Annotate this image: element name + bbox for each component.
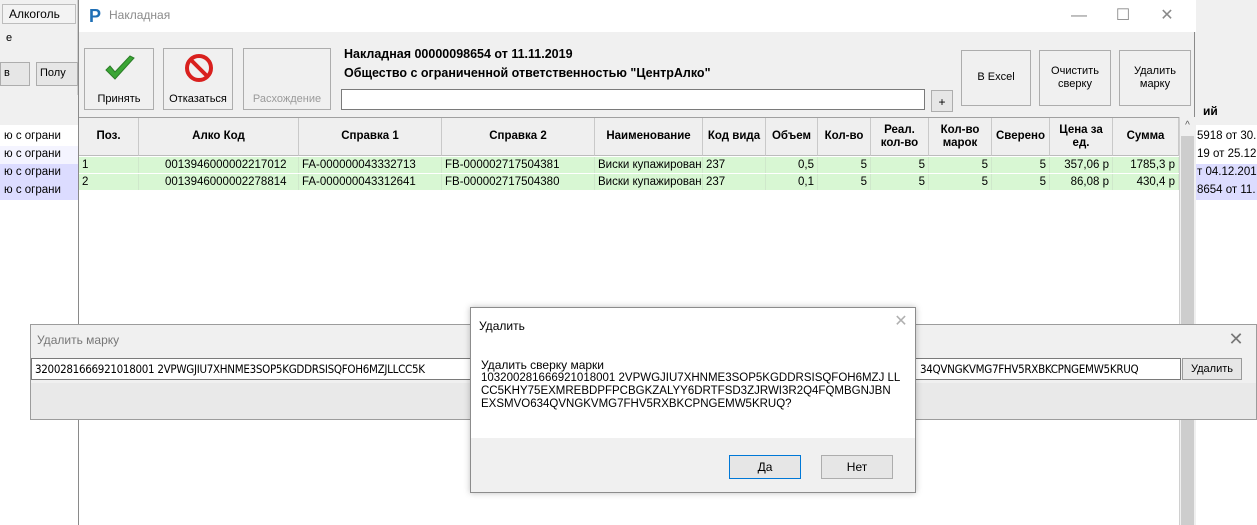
dialog-message-title: Удалить сверку марки bbox=[481, 358, 605, 372]
mark-code-value: 3200281666921018001 2VPWGJIU7XHNME3SOP5K… bbox=[35, 362, 425, 376]
refuse-button[interactable]: Отказаться bbox=[163, 48, 233, 110]
column-header-name[interactable]: Наименование bbox=[595, 118, 703, 156]
delete-mark-title: Удалить марку bbox=[37, 333, 120, 347]
cell-unit-price: 86,08 р bbox=[1050, 174, 1113, 190]
column-header-reconciled[interactable]: Сверено bbox=[992, 118, 1050, 156]
column-header-type-code[interactable]: Код вида bbox=[703, 118, 766, 156]
cell-quantity: 5 bbox=[818, 174, 871, 190]
no-button[interactable]: Нет bbox=[821, 455, 893, 479]
mark-code-value-tail: 34QVNGKVMG7FHV5RXBKCPNGEMW5KRUQ bbox=[920, 362, 1139, 376]
delete-mark-close-button[interactable]: ✕ bbox=[1221, 327, 1251, 351]
dialog-close-button[interactable]: ✕ bbox=[891, 312, 911, 332]
excel-button[interactable]: В Excel bbox=[961, 50, 1031, 106]
cell-reconciled: 5 bbox=[992, 174, 1050, 190]
delete-mark-confirm-button[interactable]: Удалить bbox=[1182, 358, 1242, 380]
cell-name: Виски купажирован bbox=[595, 174, 703, 190]
cell-real-quantity: 5 bbox=[871, 174, 929, 190]
cell-type-code: 237 bbox=[703, 157, 766, 173]
cell-certificate-1: FA-000000043332713 bbox=[299, 157, 442, 173]
column-header-real-quantity[interactable]: Реал. кол-во bbox=[871, 118, 929, 156]
yes-button[interactable]: Да bbox=[729, 455, 801, 479]
refuse-label: Отказаться bbox=[169, 93, 227, 105]
cell-quantity: 5 bbox=[818, 157, 871, 173]
table-row[interactable]: 2 0013946000002278814 FA-000000043312641… bbox=[79, 174, 1179, 190]
title-bar: P Накладная — ☐ ✕ bbox=[79, 0, 1196, 32]
background-row[interactable]: ю с ограни bbox=[0, 182, 78, 200]
background-right-row[interactable]: 19 от 25.12 bbox=[1195, 146, 1257, 164]
cell-volume: 0,1 bbox=[766, 174, 818, 190]
cell-type-code: 237 bbox=[703, 174, 766, 190]
cell-volume: 0,5 bbox=[766, 157, 818, 173]
scroll-up-icon[interactable]: ^ bbox=[1179, 117, 1196, 135]
cell-alco-code: 0013946000002278814 bbox=[139, 174, 299, 190]
column-header-volume[interactable]: Объем bbox=[766, 118, 818, 156]
column-header-quantity[interactable]: Кол-во bbox=[818, 118, 871, 156]
dialog-title: Удалить bbox=[479, 319, 525, 333]
background-right-row[interactable]: т 04.12.201 bbox=[1195, 164, 1257, 182]
accept-button[interactable]: Принять bbox=[84, 48, 154, 110]
table-row[interactable]: 1 0013946000002217012 FA-000000043332713… bbox=[79, 157, 1179, 173]
confirm-delete-dialog: Удалить ✕ Удалить сверку марки 103200281… bbox=[470, 307, 916, 493]
cell-unit-price: 357,06 р bbox=[1050, 157, 1113, 173]
background-row[interactable]: ю с ограни bbox=[0, 164, 78, 182]
background-right-header: ий bbox=[1203, 104, 1218, 118]
column-header-marks-count[interactable]: Кол-во марок bbox=[929, 118, 992, 156]
discrepancy-label: Расхождение bbox=[252, 93, 322, 105]
cell-marks-count: 5 bbox=[929, 174, 992, 190]
column-header-certificate-2[interactable]: Справка 2 bbox=[442, 118, 595, 156]
background-right-row[interactable]: 5918 от 30. bbox=[1195, 128, 1257, 146]
cell-certificate-2: FB-000002717504381 bbox=[442, 157, 595, 173]
app-logo-icon: P bbox=[89, 6, 102, 26]
checkmark-icon bbox=[105, 55, 135, 80]
no-entry-icon bbox=[185, 54, 213, 82]
cell-real-quantity: 5 bbox=[871, 157, 929, 173]
column-header-sum[interactable]: Сумма bbox=[1113, 118, 1179, 156]
cell-alco-code: 0013946000002217012 bbox=[139, 157, 299, 173]
background-row[interactable]: ю с ограни bbox=[0, 146, 78, 164]
dialog-message: 103200281666921018001 2VPWGJIU7XHNME3SOP… bbox=[481, 372, 901, 410]
cell-certificate-1: FA-000000043312641 bbox=[299, 174, 442, 190]
cell-position: 2 bbox=[79, 174, 139, 190]
cell-marks-count: 5 bbox=[929, 157, 992, 173]
supplier-name: Общество с ограниченной ответственностью… bbox=[344, 66, 711, 80]
background-button-2[interactable]: Полу bbox=[36, 62, 78, 86]
minimize-button[interactable]: — bbox=[1059, 4, 1099, 28]
background-tab-alcohol[interactable]: Алкоголь bbox=[2, 4, 76, 24]
close-button[interactable]: ✕ bbox=[1147, 4, 1187, 28]
column-header-alco-code[interactable]: Алко Код bbox=[139, 118, 299, 156]
clear-reconciliation-button[interactable]: Очистить сверку bbox=[1039, 50, 1111, 106]
invoice-title: Накладная 00000098654 от 11.11.2019 bbox=[344, 47, 573, 61]
accept-label: Принять bbox=[97, 93, 141, 105]
background-button-1[interactable]: в bbox=[0, 62, 30, 86]
cell-position: 1 bbox=[79, 157, 139, 173]
column-header-position[interactable]: Поз. bbox=[79, 118, 139, 156]
background-left-toolbar: Алкоголь е в Полу bbox=[0, 0, 78, 95]
add-button[interactable]: + bbox=[931, 90, 953, 112]
discrepancy-button[interactable]: Расхождение bbox=[243, 48, 331, 110]
barcode-input[interactable] bbox=[341, 89, 925, 110]
column-header-certificate-1[interactable]: Справка 1 bbox=[299, 118, 442, 156]
background-row[interactable]: ю с ограни bbox=[0, 128, 78, 146]
cell-reconciled: 5 bbox=[992, 157, 1050, 173]
maximize-button[interactable]: ☐ bbox=[1103, 4, 1143, 28]
cell-certificate-2: FB-000002717504380 bbox=[442, 174, 595, 190]
cell-name: Виски купажирован bbox=[595, 157, 703, 173]
window-title: Накладная bbox=[109, 8, 171, 22]
column-header-unit-price[interactable]: Цена за ед. bbox=[1050, 118, 1113, 156]
background-right-row[interactable]: 8654 от 11. bbox=[1195, 182, 1257, 200]
delete-mark-button[interactable]: Удалить марку bbox=[1119, 50, 1191, 106]
background-label-1: е bbox=[6, 32, 13, 44]
cell-sum: 1785,3 р bbox=[1113, 157, 1179, 173]
cell-sum: 430,4 р bbox=[1113, 174, 1179, 190]
